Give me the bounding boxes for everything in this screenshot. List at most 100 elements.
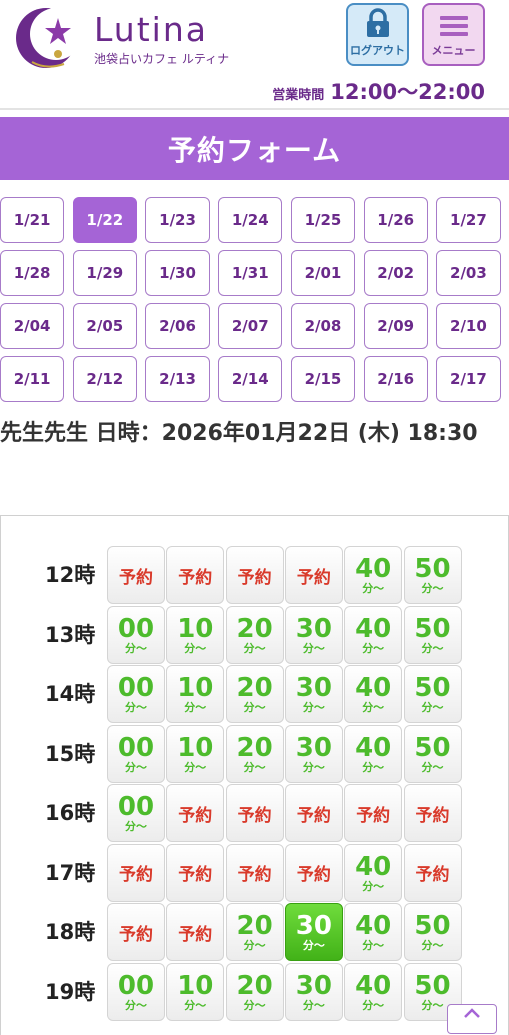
available-time-slot[interactable]: 00 分〜	[107, 724, 165, 783]
hour-label: 16時	[45, 801, 96, 825]
menu-button[interactable]: メニュー	[422, 3, 485, 66]
available-time-slot[interactable]: 40 分〜	[344, 962, 403, 1021]
slot-suffix: 分〜	[243, 760, 266, 774]
date-button[interactable]: 1/22	[72, 197, 137, 243]
slot-suffix: 分〜	[421, 582, 444, 595]
date-button[interactable]: 2/10	[436, 303, 501, 349]
available-time-slot[interactable]: 10 分〜	[166, 724, 225, 783]
available-time-slot[interactable]: 30 分〜	[284, 724, 343, 783]
slot-suffix: 分〜	[362, 939, 385, 952]
date-button[interactable]: 1/29	[72, 250, 137, 296]
available-time-slot[interactable]: 50 分〜	[403, 605, 462, 664]
date-button[interactable]: 1/21	[0, 197, 65, 243]
date-row: 2/11 2/12 2/13 2/14 2/15 2/16 2/17	[0, 356, 509, 402]
date-button[interactable]: 1/24	[218, 197, 283, 243]
available-time-slot[interactable]: 40 分〜	[344, 665, 403, 723]
available-time-slot[interactable]: 40 分〜	[344, 843, 403, 902]
available-time-slot[interactable]: 10 分〜	[166, 962, 225, 1021]
hour-row: 18時 予約 予約 20 分〜 30 分〜 40 分〜 50 分〜	[1, 903, 509, 961]
scroll-to-top-button[interactable]	[447, 1004, 497, 1034]
slot-minute: 10	[177, 673, 214, 703]
slot-minute: 50	[414, 673, 451, 703]
reserved-slot: 予約	[166, 784, 225, 842]
available-time-slot[interactable]: 50 分〜	[403, 724, 462, 783]
reserved-label: 予約	[178, 924, 213, 945]
available-time-slot[interactable]: 50 分〜	[403, 546, 462, 604]
slot-suffix: 分〜	[302, 998, 325, 1012]
slot-suffix: 分〜	[302, 760, 325, 774]
available-time-slot[interactable]: 30 分〜	[284, 665, 343, 723]
available-time-slot[interactable]: 30 分〜	[284, 962, 343, 1021]
hour-row: 13時 00 分〜 10 分〜 20 分〜 30 分〜 40 分〜 50 分〜	[1, 605, 509, 664]
available-time-slot[interactable]: 40 分〜	[344, 903, 403, 961]
reserved-slot: 予約	[107, 843, 165, 902]
date-button[interactable]: 1/26	[363, 197, 428, 243]
date-button[interactable]: 2/07	[218, 303, 283, 349]
slot-minute: 40	[355, 851, 392, 882]
slot-suffix: 分〜	[421, 998, 444, 1012]
date-button[interactable]: 2/03	[436, 250, 501, 296]
available-time-slot[interactable]: 40 分〜	[344, 546, 403, 604]
available-time-slot[interactable]: 00 分〜	[107, 665, 165, 723]
date-button[interactable]: 2/11	[0, 356, 65, 402]
available-time-slot[interactable]: 00 分〜	[107, 784, 165, 842]
available-time-slot[interactable]: 40 分〜	[344, 724, 403, 783]
date-button[interactable]: 2/08	[290, 303, 356, 349]
date-button[interactable]: 2/16	[363, 356, 428, 402]
slot-minute: 30	[295, 970, 332, 1001]
available-time-slot[interactable]: 50 分〜	[403, 665, 462, 723]
date-button[interactable]: 1/30	[145, 250, 210, 296]
reserved-label: 予約	[296, 567, 331, 588]
slot-minute: 30	[295, 911, 332, 941]
reserved-slot: 予約	[344, 784, 403, 842]
date-button[interactable]: 2/13	[145, 356, 210, 402]
available-time-slot[interactable]: 20 分〜	[225, 605, 284, 664]
reserved-label: 予約	[178, 865, 213, 885]
date-button[interactable]: 2/02	[363, 250, 428, 296]
date-button[interactable]: 2/04	[0, 303, 65, 349]
available-time-slot[interactable]: 00 分〜	[107, 605, 165, 664]
slot-minute: 40	[355, 732, 392, 763]
date-row: 2/04 2/05 2/06 2/07 2/08 2/09 2/10	[0, 303, 509, 349]
date-button[interactable]: 1/28	[0, 250, 65, 296]
available-time-slot[interactable]: 30 分〜	[284, 605, 343, 664]
date-button[interactable]: 2/01	[290, 250, 356, 296]
date-button[interactable]: 1/25	[290, 197, 356, 243]
available-time-slot[interactable]: 20 分〜	[225, 903, 284, 961]
date-button[interactable]: 2/17	[436, 356, 501, 402]
date-button[interactable]: 2/12	[72, 356, 137, 402]
reserved-label: 予約	[119, 567, 153, 588]
available-time-slot[interactable]: 20 分〜	[225, 962, 284, 1021]
hours-label: 営業時間	[272, 88, 325, 103]
date-button[interactable]: 2/14	[218, 356, 283, 402]
available-time-slot[interactable]: 50 分〜	[403, 903, 462, 961]
slot-suffix: 分〜	[421, 760, 444, 774]
available-time-slot[interactable]: 20 分〜	[225, 665, 284, 723]
logout-button[interactable]: ログアウト	[346, 3, 409, 66]
available-time-slot[interactable]: 10 分〜	[166, 605, 225, 664]
slot-suffix: 分〜	[421, 641, 444, 655]
date-button[interactable]: 1/23	[145, 197, 210, 243]
date-button[interactable]: 2/06	[145, 303, 210, 349]
slot-suffix: 分〜	[184, 998, 207, 1012]
available-time-slot[interactable]: 40 分〜	[344, 605, 403, 664]
available-time-slot[interactable]: 00 分〜	[107, 962, 165, 1021]
date-button[interactable]: 1/31	[218, 250, 283, 296]
available-time-slot[interactable]: 10 分〜	[166, 665, 225, 723]
hour-label: 14時	[45, 682, 96, 706]
chevron-up-icon	[464, 1008, 480, 1018]
slot-minute: 20	[236, 673, 273, 703]
crescent-moon-logo-icon[interactable]	[12, 4, 82, 72]
slot-minute: 40	[355, 554, 392, 584]
slot-minute: 40	[355, 613, 392, 644]
page-title: 予約フォーム	[0, 117, 509, 180]
reserved-slot: 予約	[403, 843, 462, 902]
date-button[interactable]: 1/27	[436, 197, 501, 243]
selected-time-slot[interactable]: 30 分〜	[284, 903, 343, 961]
date-button[interactable]: 2/09	[363, 303, 428, 349]
slot-suffix: 分〜	[184, 641, 207, 655]
date-button[interactable]: 2/15	[290, 356, 356, 402]
date-button[interactable]: 2/05	[72, 303, 137, 349]
available-time-slot[interactable]: 20 分〜	[225, 724, 284, 783]
logout-label: ログアウト	[350, 44, 405, 57]
